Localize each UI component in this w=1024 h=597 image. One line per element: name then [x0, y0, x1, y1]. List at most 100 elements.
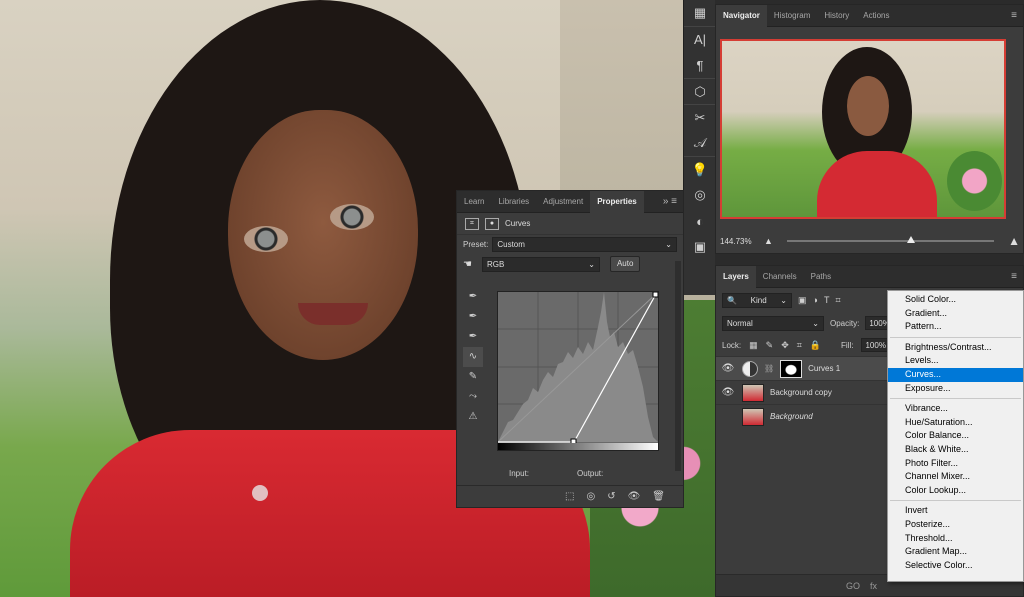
zoom-out-icon[interactable]: ▲: [764, 236, 773, 246]
menu-item-channel-mixer[interactable]: Channel Mixer...: [888, 470, 1023, 484]
menu-item-hue-saturation[interactable]: Hue/Saturation...: [888, 416, 1023, 430]
tab-histogram[interactable]: Histogram: [767, 5, 817, 27]
gray-point-eyedropper-icon[interactable]: ✒: [463, 307, 483, 327]
clipping-warning-icon[interactable]: ⚠: [463, 407, 483, 427]
layer-name[interactable]: Curves 1: [808, 364, 840, 373]
lock-paint-icon[interactable]: ✎: [766, 340, 774, 351]
panel-menu-icon[interactable]: ≡: [1011, 10, 1017, 21]
scrollbar[interactable]: [675, 261, 681, 471]
cc-libraries-icon[interactable]: ◎: [684, 182, 716, 208]
tab-history[interactable]: History: [817, 5, 856, 27]
smooth-curve-icon[interactable]: ⤳: [463, 387, 483, 407]
fill-input[interactable]: 100%: [861, 338, 890, 352]
navigator-thumbnail[interactable]: [720, 39, 1006, 219]
brush-settings-icon[interactable]: ✂: [684, 104, 716, 130]
layer-mask-thumbnail[interactable]: [780, 359, 803, 378]
visibility-eye-icon[interactable]: 👁: [628, 491, 641, 502]
tab-layers[interactable]: Layers: [716, 265, 756, 288]
curve-edit-icon[interactable]: ∿: [463, 347, 483, 367]
filter-pixel-icon[interactable]: ▣: [798, 295, 807, 306]
visibility-eye-icon[interactable]: 👁: [720, 387, 736, 398]
fx-icon[interactable]: fx: [870, 581, 877, 591]
filter-type-icon[interactable]: T: [824, 295, 830, 305]
chain-link-icon[interactable]: ⛓: [764, 364, 774, 373]
reset-icon[interactable]: ↺: [607, 491, 615, 502]
lock-transparent-icon[interactable]: ▦: [749, 340, 758, 351]
3d-cube-icon[interactable]: ⬡: [684, 78, 716, 104]
paragraph-icon[interactable]: ¶: [684, 52, 716, 78]
menu-item-photo-filter[interactable]: Photo Filter...: [888, 457, 1023, 471]
menu-item-threshold[interactable]: Threshold...: [888, 532, 1023, 546]
adjustments-icon[interactable]: ◐: [684, 208, 716, 234]
chevron-down-icon: ⌄: [665, 239, 672, 249]
menu-item-posterize[interactable]: Posterize...: [888, 518, 1023, 532]
menu-item-color-balance[interactable]: Color Balance...: [888, 429, 1023, 443]
menu-item-brightness-contrast[interactable]: Brightness/Contrast...: [888, 341, 1023, 355]
glyph-icon[interactable]: 𝒜: [684, 130, 716, 156]
link-layers-icon[interactable]: GO: [846, 581, 860, 591]
menu-item-gradient-map[interactable]: Gradient Map...: [888, 545, 1023, 559]
zoom-slider[interactable]: [786, 236, 995, 243]
visibility-eye-icon[interactable]: 👁: [720, 363, 736, 374]
view-previous-icon[interactable]: ◎: [586, 491, 595, 502]
tab-learn[interactable]: Learn: [457, 191, 491, 213]
channel-select[interactable]: RGB ⌄: [481, 256, 600, 272]
preset-select[interactable]: Custom ⌄: [492, 236, 677, 252]
menu-item-solid-color[interactable]: Solid Color...: [888, 293, 1023, 307]
tab-actions[interactable]: Actions: [856, 5, 896, 27]
mask-icon[interactable]: ●: [485, 217, 499, 230]
lock-artboard-icon[interactable]: ⌗: [797, 340, 802, 351]
zoom-in-icon[interactable]: ▲: [1008, 234, 1020, 248]
filter-adjustment-icon[interactable]: ◑: [813, 295, 818, 305]
clip-to-layer-icon[interactable]: ⬚: [565, 491, 574, 502]
curves-icon: ⌗: [465, 217, 479, 230]
tab-navigator[interactable]: Navigator: [716, 4, 767, 27]
trash-icon[interactable]: 🗑: [652, 491, 665, 502]
menu-item-gradient[interactable]: Gradient...: [888, 307, 1023, 321]
lock-all-icon[interactable]: 🔒: [810, 340, 821, 351]
blend-mode-value: Normal: [727, 318, 753, 328]
filter-kind-select[interactable]: 🔍 Kind ⌄: [722, 292, 792, 308]
menu-item-vibrance[interactable]: Vibrance...: [888, 402, 1023, 416]
menu-item-pattern[interactable]: Pattern...: [888, 320, 1023, 334]
grid-icon[interactable]: ▦: [684, 0, 716, 26]
brooch: [252, 485, 268, 501]
input-output-row: Input: Output:: [509, 469, 603, 478]
navigator-panel: Navigator Histogram History Actions ≡ 14…: [715, 4, 1024, 254]
curves-graph[interactable]: [497, 291, 659, 451]
layer-name[interactable]: Background: [770, 412, 813, 421]
lock-move-icon[interactable]: ✥: [781, 340, 789, 351]
zoom-value[interactable]: 144.73%: [720, 237, 756, 246]
auto-button[interactable]: Auto: [609, 256, 641, 272]
menu-item-curves[interactable]: Curves...: [888, 367, 1023, 382]
tab-paths[interactable]: Paths: [804, 266, 838, 288]
pencil-icon[interactable]: ✎: [463, 367, 483, 387]
tab-libraries[interactable]: Libraries: [491, 191, 536, 213]
expand-icon[interactable]: » ≡: [663, 196, 677, 207]
blend-mode-select[interactable]: Normal ⌄: [722, 315, 824, 331]
menu-item-selective-color[interactable]: Selective Color...: [888, 559, 1023, 573]
curve-tools: ✒ ✒ ✒ ∿ ✎ ⤳ ⚠: [463, 287, 483, 427]
thumbnail-dress: [817, 151, 937, 217]
character-icon[interactable]: A|: [684, 26, 716, 52]
menu-item-invert[interactable]: Invert: [888, 504, 1023, 518]
styles-icon[interactable]: ▣: [684, 234, 716, 260]
menu-item-levels[interactable]: Levels...: [888, 354, 1023, 368]
black-point-eyedropper-icon[interactable]: ✒: [463, 287, 483, 307]
white-point-eyedropper-icon[interactable]: ✒: [463, 327, 483, 347]
zoom-slider-thumb[interactable]: [907, 236, 916, 243]
menu-separator: [890, 336, 1021, 338]
tab-properties[interactable]: Properties: [590, 190, 644, 213]
tab-adjustment[interactable]: Adjustment: [536, 191, 590, 213]
light-bulb-icon[interactable]: 💡: [684, 156, 716, 182]
menu-item-black-white[interactable]: Black & White...: [888, 443, 1023, 457]
properties-title-row: ⌗ ● Curves: [457, 213, 683, 235]
filter-shape-icon[interactable]: ⌗: [835, 295, 840, 306]
tab-channels[interactable]: Channels: [756, 266, 804, 288]
on-image-adjust-icon[interactable]: ☚: [463, 259, 472, 270]
layers-menu-icon[interactable]: ≡: [1011, 271, 1017, 282]
menu-item-color-lookup[interactable]: Color Lookup...: [888, 484, 1023, 498]
menu-item-exposure[interactable]: Exposure...: [888, 382, 1023, 396]
fill-label: Fill:: [841, 340, 854, 350]
layer-name[interactable]: Background copy: [770, 388, 832, 397]
